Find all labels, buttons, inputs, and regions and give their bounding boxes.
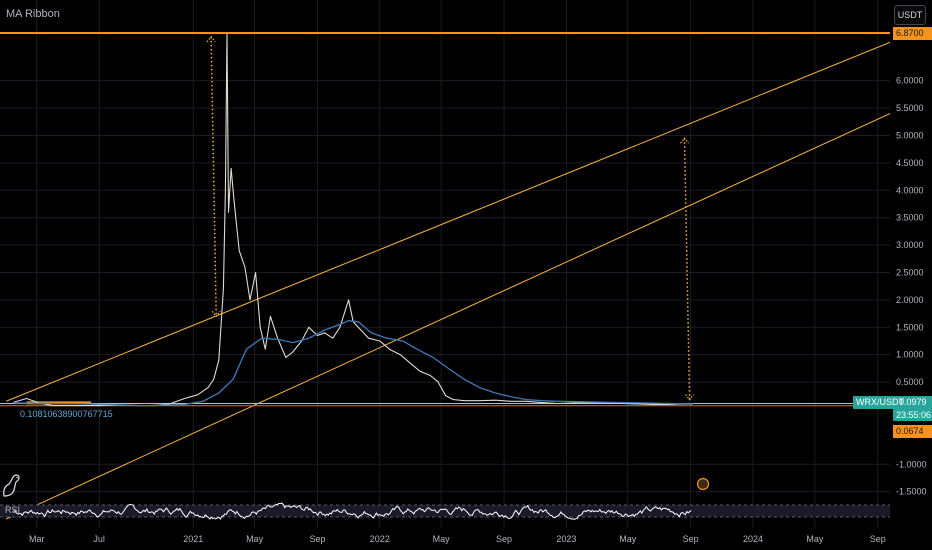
x-tick-label: 2022 — [370, 534, 390, 544]
symbol-label: WRX/USDT — [856, 397, 904, 407]
trend-line — [5, 41, 891, 402]
series-price — [13, 33, 693, 407]
y-tick-label: 5.5000 — [896, 103, 924, 113]
x-axis: Mar Jul 2021 May Sep 2022 May Sep 2023 May Sep 2024… — [29, 534, 886, 544]
chart-grid — [0, 0, 890, 528]
y-tick-label: 0.5000 — [896, 377, 924, 387]
arrow-line — [683, 138, 691, 400]
x-tick-label: Sep — [309, 534, 325, 544]
y-tick-label: 1.0000 — [896, 350, 924, 360]
x-tick-label: 2023 — [556, 534, 576, 544]
arrow-line — [210, 36, 217, 317]
currency-button[interactable]: USDT — [894, 5, 926, 25]
x-tick-label: 2024 — [743, 534, 763, 544]
last-price: 0.0979 — [899, 397, 927, 407]
x-tick-label: Sep — [870, 534, 886, 544]
x-tick-label: 2021 — [183, 534, 203, 544]
y-tick-label: 1.5000 — [896, 322, 924, 332]
trend-lines — [5, 41, 891, 520]
dinosaur-logo-icon[interactable] — [0, 470, 22, 498]
y-tick-label: 5.0000 — [896, 130, 924, 140]
y-tick-label: 4.5000 — [896, 158, 924, 168]
x-tick-label: Mar — [29, 534, 45, 544]
y-tick-label: 2.5000 — [896, 267, 924, 277]
x-tick-label: May — [246, 534, 264, 544]
lower-line-price-badge: 0.0674 — [893, 425, 932, 438]
top-line-price-badge: 6.8700 — [893, 27, 932, 40]
series-moving-average — [13, 320, 693, 407]
indicator-title[interactable]: MA Ribbon — [6, 8, 60, 20]
y-tick-label: 2.0000 — [896, 295, 924, 305]
x-tick-label: Sep — [683, 534, 699, 544]
event-marker-icon — [696, 477, 710, 491]
x-tick-label: May — [433, 534, 451, 544]
y-tick-label: -1.5000 — [896, 487, 927, 497]
rsi-pane — [0, 477, 890, 520]
horizontal-line-label: 0.10810638900767715 — [20, 409, 113, 419]
x-tick-label: Sep — [496, 534, 512, 544]
x-tick-label: May — [619, 534, 637, 544]
rsi-label[interactable]: RSI — [5, 505, 20, 515]
bar-countdown: 23:55:06 — [893, 409, 932, 421]
x-tick-label: Jul — [93, 534, 105, 544]
x-tick-label: May — [806, 534, 824, 544]
y-tick-label: 6.0000 — [896, 76, 924, 86]
symbol-price-badge: WRX/USDT 0.0979 — [853, 396, 932, 409]
trend-line — [5, 113, 891, 520]
y-tick-label: -1.0000 — [896, 459, 927, 469]
chart-series — [13, 33, 693, 407]
y-tick-label: 4.0000 — [896, 185, 924, 195]
y-tick-label: 3.0000 — [896, 240, 924, 250]
y-tick-label: 3.5000 — [896, 213, 924, 223]
price-chart[interactable]: -1.5000 -1.0000 0.5000 1.0000 1.5000 2.0000 2.… — [0, 0, 932, 550]
